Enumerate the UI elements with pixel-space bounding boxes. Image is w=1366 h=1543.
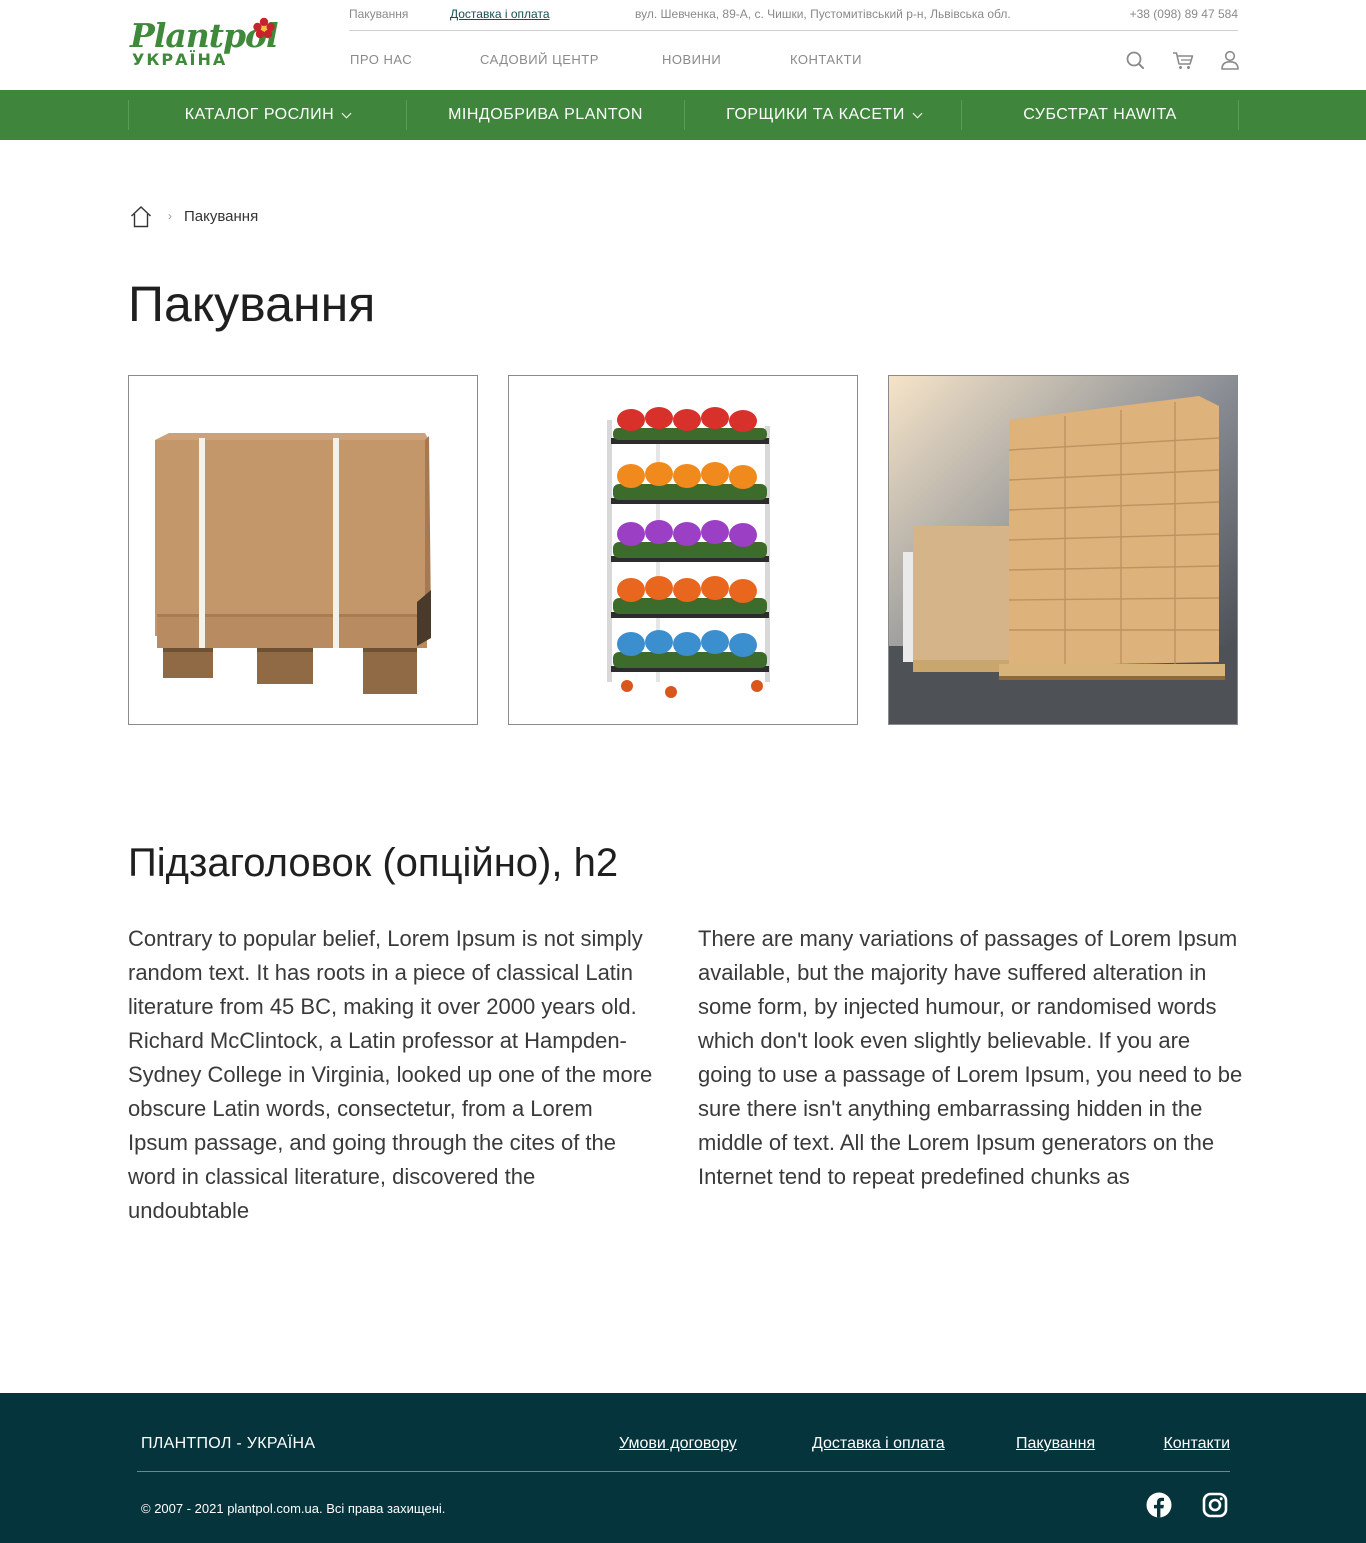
cart-icon[interactable] — [1172, 49, 1194, 71]
breadcrumb-separator-icon: › — [168, 209, 172, 223]
site-header: Plantpol УКРАЇНА Пакування Доставка і оп… — [0, 0, 1366, 90]
topbar-address: вул. Шевченка, 89-А, с. Чишки, Пустомиті… — [635, 7, 1011, 21]
gallery-image-flower-trolley[interactable] — [508, 375, 858, 725]
page-title: Пакування — [128, 276, 376, 332]
logo-country: УКРАЇНА — [132, 50, 228, 69]
catalog-item-fertilizers[interactable]: МІНДОБРИВА PLANTON — [406, 100, 684, 130]
gallery-image-pallet-box[interactable] — [128, 375, 478, 725]
site-footer: ПЛАНТПОЛ - УКРАЇНА Умови договору Достав… — [0, 1393, 1366, 1543]
chevron-down-icon — [912, 108, 923, 118]
catalog-item-label: КАТАЛОГ РОСЛИН — [184, 106, 335, 123]
search-icon[interactable] — [1124, 49, 1146, 71]
catalog-bar: КАТАЛОГ РОСЛИН МІНДОБРИВА PLANTON ГОРЩИК… — [0, 90, 1366, 140]
footer-brand: ПЛАНТПОЛ - УКРАЇНА — [141, 1435, 316, 1452]
nav-item-garden-center[interactable]: САДОВИЙ ЦЕНТР — [480, 52, 599, 67]
breadcrumb-current: Пакування — [184, 208, 259, 225]
chevron-down-icon — [341, 108, 352, 118]
topbar-phone[interactable]: +38 (098) 89 47 584 — [1130, 7, 1238, 21]
catalog-item-label: МІНДОБРИВА PLANTON — [448, 106, 643, 123]
catalog-item-label: ГОРЩИКИ ТА КАСЕТИ — [726, 106, 905, 123]
nav-item-about[interactable]: ПРО НАС — [350, 52, 412, 67]
facebook-icon[interactable] — [1146, 1492, 1172, 1518]
section-subtitle: Підзаголовок (опційно), h2 — [128, 841, 619, 885]
topbar-delivery-link[interactable]: Доставка і оплата — [450, 7, 550, 21]
flower-icon — [253, 17, 275, 39]
nav-item-contacts[interactable]: КОНТАКТИ — [790, 52, 862, 67]
flower-trolley-image — [509, 376, 857, 724]
footer-copyright: © 2007 - 2021 plantpol.com.ua. Всі права… — [141, 1501, 446, 1516]
topbar-packing-link[interactable]: Пакування — [349, 7, 408, 21]
footer-link-delivery[interactable]: Доставка і оплата — [812, 1435, 945, 1453]
content-paragraph-left: Contrary to popular belief, Lorem Ipsum … — [128, 926, 653, 1223]
warehouse-pallets-image — [889, 376, 1237, 724]
home-icon[interactable] — [130, 205, 152, 229]
footer-link-terms[interactable]: Умови договору — [619, 1435, 737, 1453]
catalog-item-substrate[interactable]: СУБСТРАТ HAWITA — [961, 100, 1239, 130]
gallery-image-warehouse-pallets[interactable] — [888, 375, 1238, 725]
site-logo[interactable]: Plantpol УКРАЇНА — [130, 17, 286, 71]
footer-divider — [137, 1471, 1230, 1472]
content-paragraph-right: There are many variations of passages of… — [698, 926, 1243, 1189]
instagram-icon[interactable] — [1202, 1492, 1228, 1518]
footer-link-contacts[interactable]: Контакти — [1163, 1435, 1230, 1453]
catalog-item-label: СУБСТРАТ HAWITA — [1023, 106, 1177, 123]
pallet-box-image — [129, 376, 477, 724]
user-icon[interactable] — [1219, 49, 1241, 71]
catalog-item-plants[interactable]: КАТАЛОГ РОСЛИН — [128, 100, 406, 130]
top-info-bar: Пакування Доставка і оплата вул. Шевченк… — [349, 0, 1238, 31]
catalog-item-pots[interactable]: ГОРЩИКИ ТА КАСЕТИ — [684, 100, 962, 130]
nav-item-news[interactable]: НОВИНИ — [662, 52, 721, 67]
footer-link-packing[interactable]: Пакування — [1016, 1435, 1095, 1453]
